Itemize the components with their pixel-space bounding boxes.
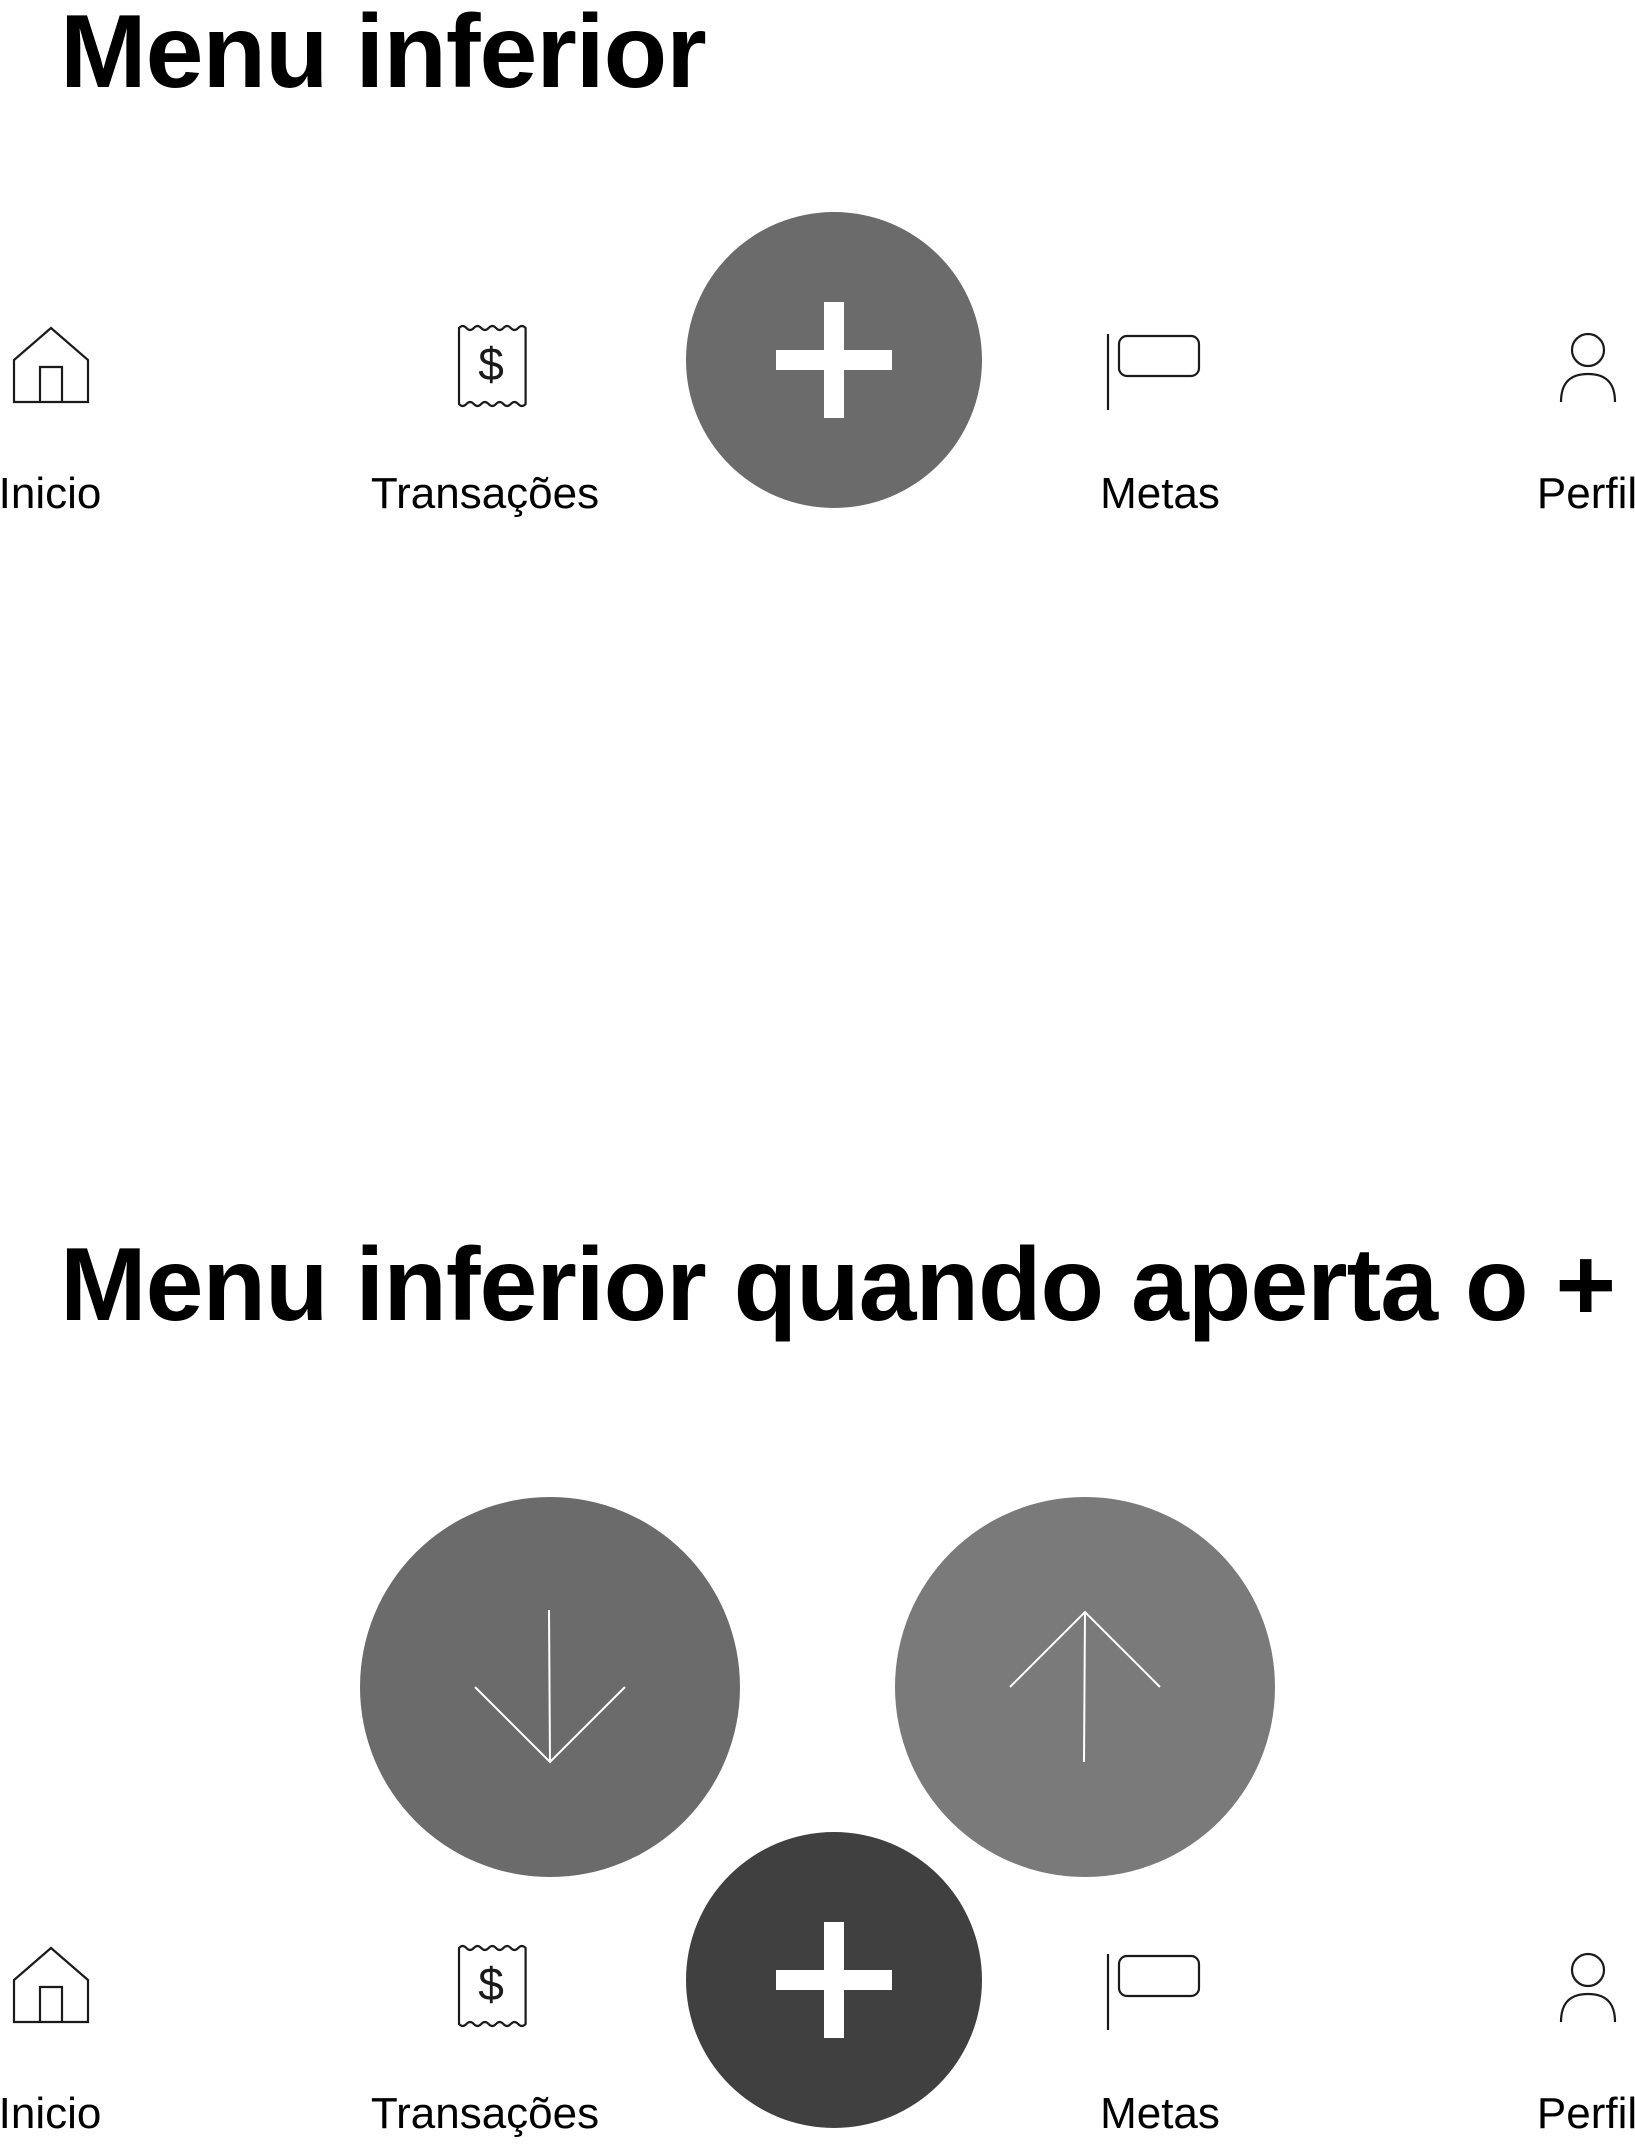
nav-item-perfil[interactable]: Perfil: [1427, 310, 1635, 530]
nav-item-inicio[interactable]: Inicio: [0, 1930, 210, 2150]
nav-item-transacoes[interactable]: $ Transações: [325, 310, 645, 530]
nav-item-label: Perfil: [1536, 469, 1635, 518]
nav-item-metas[interactable]: Metas: [1000, 310, 1320, 530]
nav-item-label: Perfil: [1536, 2089, 1635, 2138]
income-action-button[interactable]: [895, 1497, 1275, 1877]
home-icon: [12, 1946, 90, 2024]
nav-item-label: Transações: [370, 469, 600, 518]
nav-item-label: Metas: [1100, 2089, 1220, 2138]
svg-text:$: $: [478, 338, 504, 390]
plus-icon: [776, 1922, 892, 2038]
nav-item-inicio[interactable]: Inicio: [0, 310, 210, 530]
section-title: Menu inferior quando aperta o +: [60, 1227, 1616, 1343]
nav-item-transacoes[interactable]: $ Transações: [325, 1930, 645, 2150]
add-button[interactable]: [686, 1832, 982, 2128]
nav-item-label: Inicio: [0, 469, 102, 518]
home-icon: [12, 326, 90, 404]
nav-item-label: Transações: [370, 2089, 600, 2138]
nav-item-metas[interactable]: Metas: [1000, 1930, 1320, 2150]
flag-icon: [1106, 334, 1201, 410]
add-button[interactable]: [686, 212, 982, 508]
person-icon: [1559, 1952, 1617, 2023]
flag-icon: [1106, 1954, 1201, 2030]
arrow-up-icon: [1009, 1610, 1161, 1763]
person-icon: [1559, 332, 1617, 403]
plus-icon: [776, 302, 892, 418]
receipt-dollar-icon: $: [457, 324, 527, 408]
nav-item-label: Inicio: [0, 2089, 102, 2138]
arrow-down-icon: [474, 1609, 626, 1764]
section-title: Menu inferior: [60, 0, 707, 110]
svg-text:$: $: [478, 1958, 504, 2010]
receipt-dollar-icon: $: [457, 1944, 527, 2028]
nav-item-label: Metas: [1100, 469, 1220, 518]
nav-item-perfil[interactable]: Perfil: [1427, 1930, 1635, 2150]
expense-action-button[interactable]: [360, 1497, 740, 1877]
